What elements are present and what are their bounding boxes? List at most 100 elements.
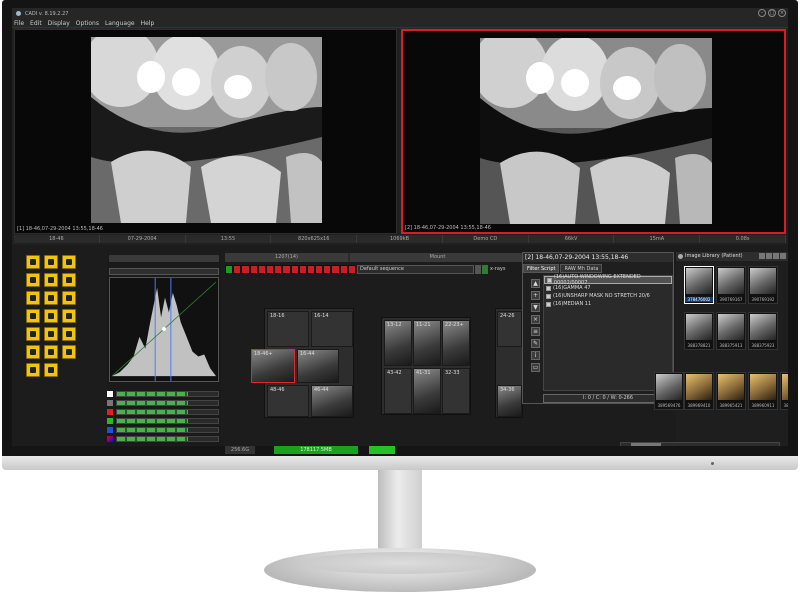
filter-checkbox[interactable] [547,277,552,283]
info-icon[interactable]: i [531,351,540,360]
level-bar-all[interactable] [116,436,219,442]
export-tool-icon[interactable] [44,345,58,359]
library-title: Image Library (Patient) [676,252,788,261]
library-sort-icon[interactable] [766,253,772,259]
channel-white[interactable] [107,391,113,397]
library-thumbnail[interactable]: 388378821 [684,312,714,350]
mount-slot[interactable]: 32-33 [442,368,470,414]
mount-group-1: 18-16 16-14 18-46+ 16-44 48-46 46-44 [251,308,354,418]
level-bar-white[interactable] [116,391,219,397]
filter-checkbox[interactable] [546,285,551,291]
measure-tool-icon[interactable] [44,291,58,305]
mount-slot[interactable]: 11-21 [413,320,441,366]
mount-title: Mount [350,253,525,262]
folder-icon[interactable]: ▭ [531,363,540,372]
library-buttons [759,253,786,259]
maximize-icon[interactable]: □ [768,9,776,17]
channel-red[interactable] [107,409,113,415]
zoom-tool-icon[interactable] [44,309,58,323]
filter-item[interactable]: (16)AUTO WINDOWING EXTENDED 00002/00007 [544,274,672,286]
mail-tool-icon[interactable] [62,345,76,359]
rotate-tool-icon[interactable] [26,327,40,341]
xray-image-2 [480,38,712,224]
mount-slot[interactable]: 18-16 [267,311,309,347]
image-viewer-1[interactable]: [1] 18-46,07-29-2004 13:55,18-46 [14,29,397,234]
save-tool-icon[interactable] [62,327,76,341]
tab-filter-script[interactable]: Filter Script [523,264,560,273]
radiation-tool-icon[interactable] [26,255,40,269]
mount-slot[interactable]: 41-31 [413,368,441,414]
library-thumbnail[interactable]: 378476002 [684,266,714,304]
image-viewer-2[interactable]: [2] 18-46,07-29-2004 13:55,18-46 [401,29,786,234]
channel-green[interactable] [107,418,113,424]
library-thumbnail[interactable]: 388375913 [716,312,746,350]
text-tool-icon[interactable] [62,255,76,269]
mount-slot[interactable]: 48-46 [267,385,309,417]
move-down-icon[interactable]: ▼ [531,303,540,312]
library-view-icon[interactable] [759,253,765,259]
list-icon[interactable]: ≡ [531,327,540,336]
histogram-chart[interactable] [109,277,219,382]
filter-checkbox[interactable] [546,293,551,299]
close-icon[interactable]: × [778,9,786,17]
level-bar-gray[interactable] [116,400,219,406]
ruler-tool-icon[interactable] [26,309,40,323]
pointer-tool-icon[interactable] [62,291,76,305]
tab-raw-data[interactable]: RAW Mh Data [560,264,603,273]
library-filter-icon[interactable] [773,253,779,259]
power-led [711,462,714,465]
target-tool-icon[interactable] [62,309,76,323]
pen-tool-icon[interactable] [26,273,40,287]
add-icon[interactable]: + [531,291,540,300]
mount-slot[interactable]: 34-36 [497,385,522,417]
draw-tool-icon[interactable] [44,255,58,269]
mount-slot[interactable]: 43-42 [384,368,412,414]
contrast-slider[interactable] [109,268,219,275]
minimize-icon[interactable]: – [758,9,766,17]
sequence-select[interactable]: Default sequence [357,265,474,274]
edit-icon[interactable]: ✎ [531,339,540,348]
move-up-icon[interactable]: ▲ [531,279,540,288]
import-tool-icon[interactable] [26,291,40,305]
library-thumbnail[interactable]: 389474329 [780,372,788,410]
mount-slot[interactable]: 16-14 [311,311,353,347]
channel-gray[interactable] [107,400,113,406]
monitor-stand-neck [378,470,422,556]
level-bar-blue[interactable] [116,427,219,433]
mount-slot[interactable]: 16-44 [297,349,339,383]
image-info-bar: 18-46 07-29-2004 13:55 820x625x16 1069kB… [14,235,787,243]
window-controls: – □ × [758,9,786,17]
channel-blue[interactable] [107,427,113,433]
mount-slot-selected[interactable]: 18-46+ [251,349,295,383]
level-bar-red[interactable] [116,409,219,415]
speaker-tool-icon[interactable] [44,363,58,377]
sequence-dropdown-icon[interactable] [475,265,481,274]
filter-checkbox[interactable] [546,301,551,307]
memory-usage: 178117.5MB [274,446,358,454]
library-thumbnail[interactable]: 390769192 [748,266,778,304]
window-title: CADI v. 8.19.2.27 [25,10,69,17]
library-thumbnail[interactable]: 389960911 [748,372,778,410]
library-thumbnail[interactable]: 388375923 [748,312,778,350]
filter-item[interactable]: (16)MEDIAN 11 [544,300,672,308]
library-thumbnail[interactable]: 390769167 [716,266,746,304]
library-thumbnail[interactable]: 389569476 [654,372,684,410]
mount-slot[interactable]: 24-26 [497,311,522,347]
filter-item[interactable]: (16)UNSHARP MASK NO STRETCH 20/6 [544,292,672,300]
mount-slot[interactable]: 13-12 [384,320,412,366]
library-menu-icon[interactable] [780,253,786,259]
library-thumbnail[interactable]: 389965421 [716,372,746,410]
library-thumbnail[interactable]: 389969410 [684,372,714,410]
mount-slot[interactable]: 46-44 [311,385,353,417]
delete-icon[interactable]: × [531,315,540,324]
divider [12,27,788,28]
brush-tool-icon[interactable] [44,273,58,287]
sequence-confirm-icon[interactable] [482,265,488,274]
flip-tool-icon[interactable] [44,327,58,341]
magic-wand-icon[interactable] [62,273,76,287]
stack-tool-icon[interactable] [26,363,40,377]
print-tool-icon[interactable] [26,345,40,359]
mount-slot[interactable]: 22-23+ [442,320,470,366]
channel-all[interactable] [107,436,113,442]
level-bar-green[interactable] [116,418,219,424]
